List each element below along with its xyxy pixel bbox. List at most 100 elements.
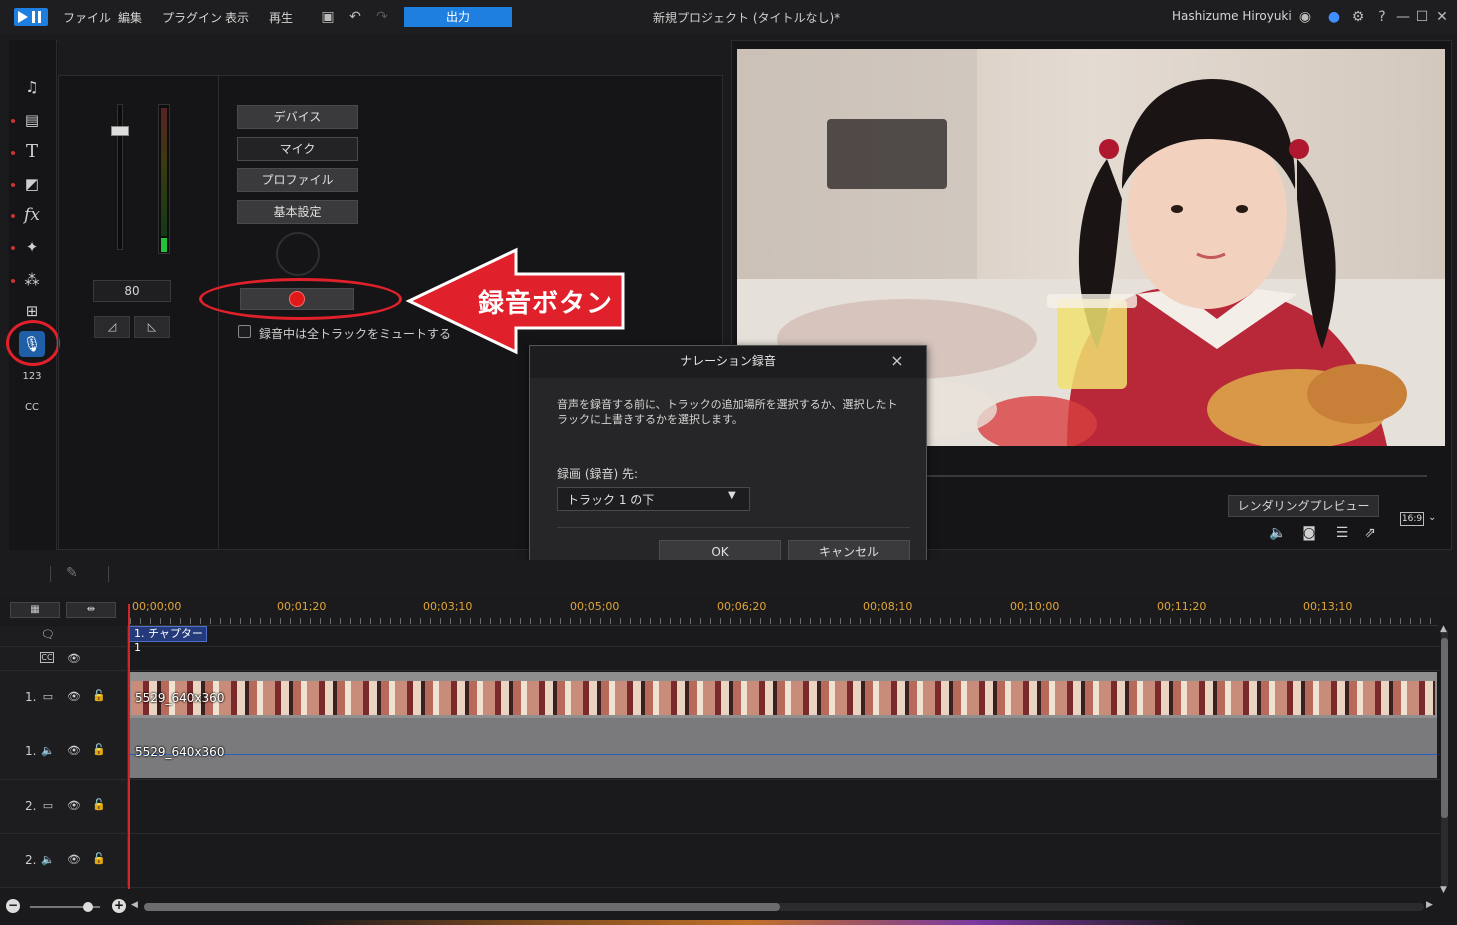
particle-room-icon[interactable]: ⁂	[20, 269, 44, 291]
microphone-highlight-circle	[6, 320, 60, 366]
menu-playback[interactable]: 再生	[269, 9, 293, 26]
app-logo-icon	[14, 8, 48, 26]
chapter-room-icon[interactable]: ⊞	[20, 300, 44, 322]
notification-icon[interactable]: ●	[1325, 8, 1343, 26]
help-icon[interactable]: ?	[1373, 8, 1391, 26]
chapter-track-icon: 🗨	[41, 628, 55, 641]
volume-value-field[interactable]: 80	[93, 280, 171, 302]
media-room-icon[interactable]: ♫	[20, 76, 44, 98]
menu-edit[interactable]: 編集	[118, 9, 142, 26]
video-clip-name: 5529_640x360	[135, 691, 225, 705]
room-indicator-dot	[11, 119, 15, 123]
toolbar-divider	[50, 566, 51, 582]
menu-plugin[interactable]: プラグイン	[162, 9, 222, 26]
lock-icon[interactable]: 🔓	[91, 852, 107, 866]
pencil-icon[interactable]: ✎	[66, 565, 78, 581]
horizontal-scroll-thumb[interactable]	[144, 903, 780, 911]
callout-label: 録音ボタン	[478, 289, 614, 319]
room-indicator-dot	[11, 246, 15, 250]
eye-icon[interactable]: 👁	[66, 652, 82, 666]
eye-icon[interactable]: 👁	[66, 690, 82, 704]
timecode-label: 00;03;10	[423, 600, 473, 613]
dropdown-arrow-icon[interactable]: ▼	[728, 490, 736, 501]
title-room-icon[interactable]: T	[20, 141, 44, 163]
undo-icon[interactable]: ↶	[346, 8, 364, 26]
timeline-view-button[interactable]: ▦	[10, 602, 60, 618]
destination-label: 録画 (録音) 先:	[557, 467, 639, 481]
zoom-slider-knob[interactable]	[83, 902, 93, 912]
destination-value: トラック 1 の下	[567, 493, 655, 507]
room-indicator-dot	[11, 151, 15, 155]
eye-icon[interactable]: 👁	[66, 799, 82, 813]
cc-room-icon[interactable]: CC	[20, 397, 44, 419]
transition-room-icon[interactable]: ◩	[20, 173, 44, 195]
save-icon[interactable]: ▣	[319, 8, 337, 26]
minimize-icon[interactable]: —	[1394, 8, 1412, 26]
record-timer-crosshair	[276, 232, 320, 276]
video-track-icon: ▭	[42, 690, 54, 703]
toolbar-divider	[108, 566, 109, 582]
menu-view[interactable]: 表示	[225, 9, 249, 26]
room-indicator-dot	[11, 279, 15, 283]
volume-icon[interactable]: 🔈	[1268, 524, 1288, 542]
level-meter-scale	[161, 108, 167, 236]
mute-all-tracks-checkbox[interactable]	[238, 325, 251, 338]
dialog-message: 音声を録音する前に、トラックの追加場所を選択するか、選択したトラックに上書きする…	[557, 398, 898, 426]
render-preview-button[interactable]: レンダリングプレビュー	[1228, 495, 1379, 517]
device-button[interactable]: デバイス	[237, 105, 358, 129]
zoom-out-icon[interactable]: −	[6, 899, 20, 913]
profile-button[interactable]: プロファイル	[237, 168, 358, 192]
vertical-scroll-thumb[interactable]	[1441, 638, 1448, 818]
video-room-icon[interactable]: ▤	[20, 109, 44, 131]
dialog-close-icon[interactable]: ×	[888, 352, 906, 370]
camera-icon[interactable]: ◙	[1299, 524, 1319, 542]
lock-icon[interactable]: 🔓	[91, 743, 107, 757]
redo-icon[interactable]: ↷	[373, 8, 391, 26]
playhead[interactable]	[128, 604, 130, 889]
scroll-down-icon[interactable]: ▼	[1440, 885, 1447, 895]
audio-track-icon: 🔈	[41, 853, 55, 866]
audio-track-icon: 🔈	[41, 744, 55, 757]
audio-clip[interactable]	[129, 718, 1437, 778]
room-indicator-dot	[11, 183, 15, 187]
lock-icon[interactable]: 🔓	[91, 798, 107, 812]
chapter-marker[interactable]: 1. チャプター 1	[129, 626, 207, 654]
dialog-divider	[557, 527, 910, 528]
subtitle-toggle-icon[interactable]: ☰	[1332, 524, 1352, 542]
record-button-highlight-circle	[199, 278, 402, 320]
chevron-down-icon[interactable]: ⌄	[1428, 512, 1436, 523]
user-name[interactable]: Hashizume Hiroyuki	[1172, 9, 1292, 23]
maximize-icon[interactable]: ☐	[1413, 8, 1431, 26]
volume-slider-knob[interactable]	[111, 126, 129, 136]
undock-preview-icon[interactable]: ⇗	[1360, 524, 1380, 542]
mic-button[interactable]: マイク	[237, 137, 358, 161]
scroll-left-icon[interactable]: ◀	[131, 900, 138, 910]
aspect-ratio-selector[interactable]: 16:9	[1400, 512, 1424, 526]
panel-header	[58, 40, 723, 76]
zoom-in-icon[interactable]: +	[112, 899, 126, 913]
timecode-label: 00;05;00	[570, 600, 620, 613]
account-icon[interactable]: ◉	[1296, 8, 1314, 26]
timecode-label: 00;11;20	[1157, 600, 1207, 613]
video-clip-thumbnails	[131, 681, 1435, 715]
timecode-label: 00;00;00	[132, 600, 182, 613]
effects-room-icon[interactable]: fx	[20, 204, 44, 226]
preferences-button[interactable]: 基本設定	[237, 200, 358, 224]
fade-in-button[interactable]: ◿	[94, 316, 130, 338]
storyboard-view-button[interactable]: ⇹	[66, 602, 116, 618]
scroll-up-icon[interactable]: ▲	[1440, 624, 1447, 634]
eye-icon[interactable]: 👁	[66, 853, 82, 867]
menu-file[interactable]: ファイル	[63, 9, 111, 26]
subtitle-number-room-icon[interactable]: 123	[20, 366, 44, 388]
close-icon[interactable]: ✕	[1433, 8, 1451, 26]
pip-room-icon[interactable]: ✦	[20, 236, 44, 258]
ruler-ticks	[130, 618, 1435, 624]
track-headers	[0, 626, 128, 888]
export-button[interactable]: 出力	[404, 7, 512, 27]
eye-icon[interactable]: 👁	[66, 744, 82, 758]
fade-out-button[interactable]: ◺	[134, 316, 170, 338]
track-2-audio-label: 2.	[25, 853, 37, 867]
scroll-right-icon[interactable]: ▶	[1426, 900, 1433, 910]
lock-icon[interactable]: 🔓	[91, 689, 107, 703]
gear-icon[interactable]: ⚙	[1349, 8, 1367, 26]
